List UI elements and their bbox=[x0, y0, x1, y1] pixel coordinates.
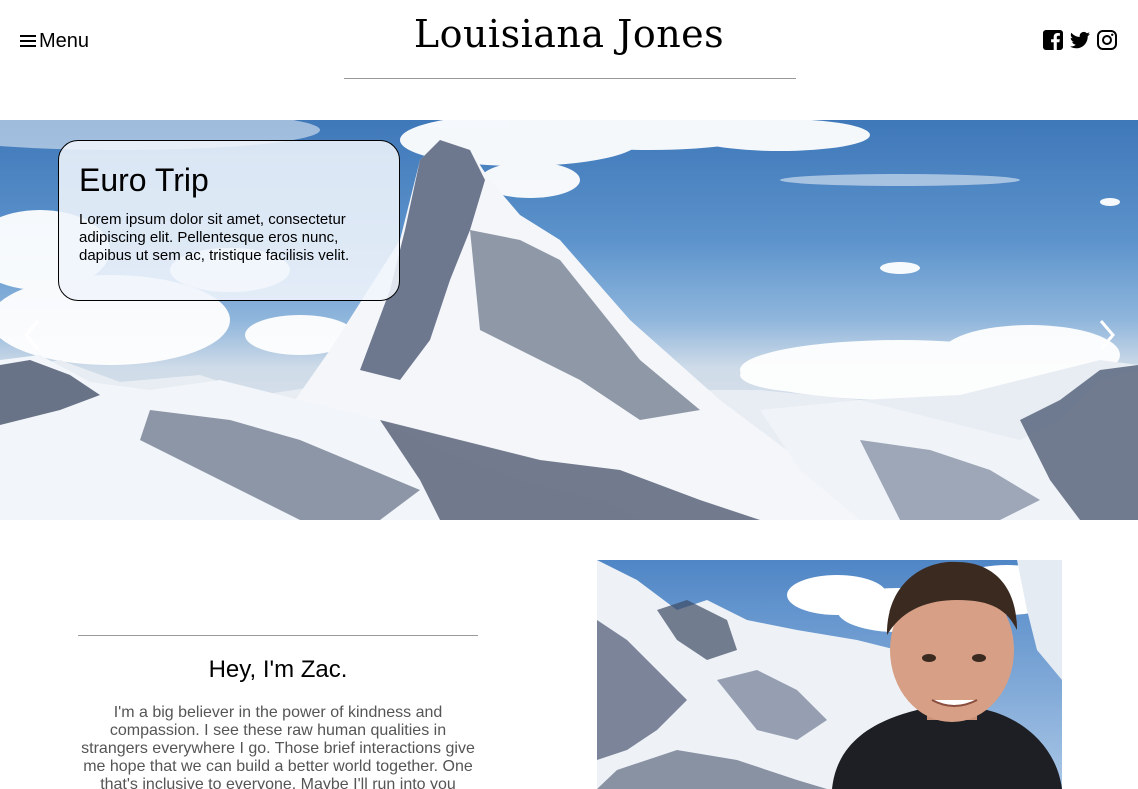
social-links bbox=[1042, 29, 1118, 51]
about-text: I'm a big believer in the power of kindn… bbox=[81, 704, 475, 789]
instagram-icon[interactable] bbox=[1096, 29, 1118, 51]
title-divider bbox=[344, 78, 796, 79]
facebook-icon[interactable] bbox=[1042, 29, 1064, 51]
site-title[interactable]: Louisiana Jones bbox=[0, 12, 1138, 56]
hero-title: Euro Trip bbox=[79, 162, 209, 198]
site-header: Menu Louisiana Jones bbox=[0, 0, 1138, 120]
portrait-photo bbox=[597, 560, 1062, 789]
hero-carousel: Euro Trip Lorem ipsum dolor sit amet, co… bbox=[0, 120, 1138, 520]
hero-description: Lorem ipsum dolor sit amet, consectetur … bbox=[79, 211, 350, 264]
about-heading: Hey, I'm Zac. bbox=[208, 656, 348, 683]
twitter-icon[interactable] bbox=[1069, 29, 1091, 51]
about-divider bbox=[78, 635, 478, 636]
chevron-right-icon[interactable] bbox=[1097, 318, 1117, 352]
chevron-left-icon[interactable] bbox=[22, 318, 42, 352]
hero-caption: Euro Trip Lorem ipsum dolor sit amet, co… bbox=[58, 140, 400, 301]
